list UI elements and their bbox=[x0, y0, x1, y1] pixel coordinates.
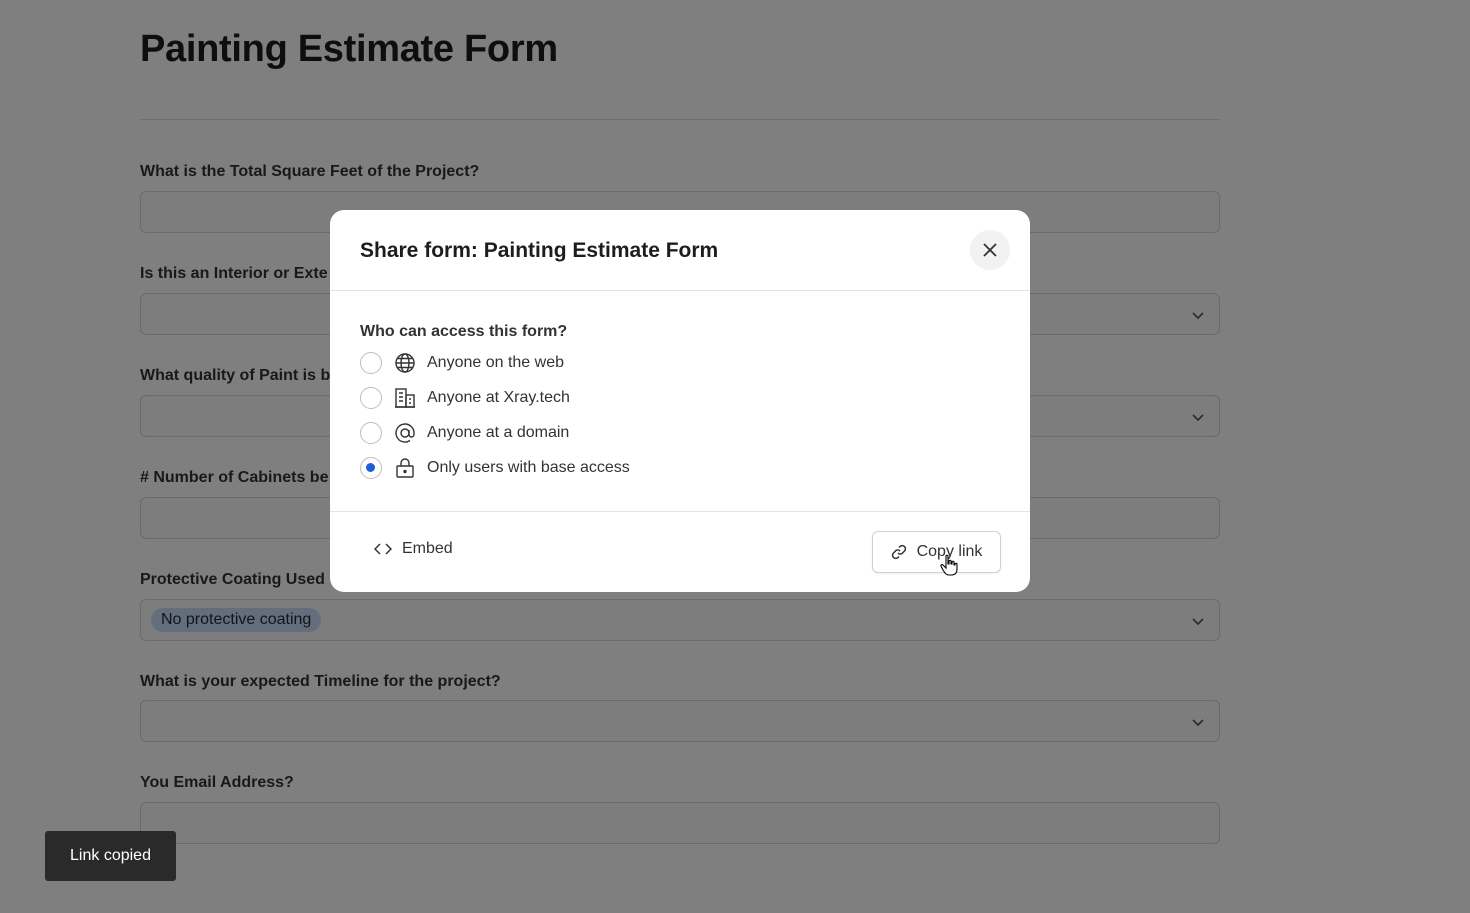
access-option-domain[interactable]: Anyone at a domain bbox=[360, 421, 569, 445]
dialog-header: Share form: Painting Estimate Form bbox=[330, 210, 1030, 291]
access-option-organization[interactable]: Anyone at Xray.tech bbox=[360, 386, 570, 410]
link-copied-toast: Link copied bbox=[45, 831, 176, 881]
access-option-label: Anyone on the web bbox=[427, 354, 564, 371]
radio-button[interactable] bbox=[360, 387, 382, 409]
access-option-label: Only users with base access bbox=[427, 459, 630, 476]
code-icon bbox=[374, 543, 392, 555]
at-sign-icon bbox=[394, 422, 416, 444]
embed-label: Embed bbox=[402, 540, 453, 557]
embed-button[interactable]: Embed bbox=[374, 540, 453, 558]
globe-icon bbox=[394, 352, 416, 374]
access-option-label: Anyone at Xray.tech bbox=[427, 389, 570, 406]
access-option-label: Anyone at a domain bbox=[427, 424, 570, 441]
close-button[interactable] bbox=[970, 230, 1010, 270]
access-option-web[interactable]: Anyone on the web bbox=[360, 351, 564, 375]
link-icon bbox=[891, 544, 906, 560]
radio-button[interactable] bbox=[360, 352, 382, 374]
access-option-base-users[interactable]: Only users with base access bbox=[360, 456, 630, 480]
copy-link-button[interactable]: Copy link bbox=[872, 531, 1001, 573]
dialog-footer: Embed Copy link bbox=[330, 511, 1030, 592]
hand-cursor-icon bbox=[940, 554, 958, 576]
access-heading: Who can access this form? bbox=[360, 323, 568, 340]
close-icon bbox=[983, 243, 997, 257]
radio-button[interactable] bbox=[360, 422, 382, 444]
dialog-title: Share form: Painting Estimate Form bbox=[360, 239, 719, 262]
radio-button-selected[interactable] bbox=[360, 457, 382, 479]
lock-icon bbox=[394, 457, 416, 479]
share-form-dialog: Share form: Painting Estimate Form Who c… bbox=[330, 210, 1030, 592]
building-icon bbox=[394, 387, 416, 409]
